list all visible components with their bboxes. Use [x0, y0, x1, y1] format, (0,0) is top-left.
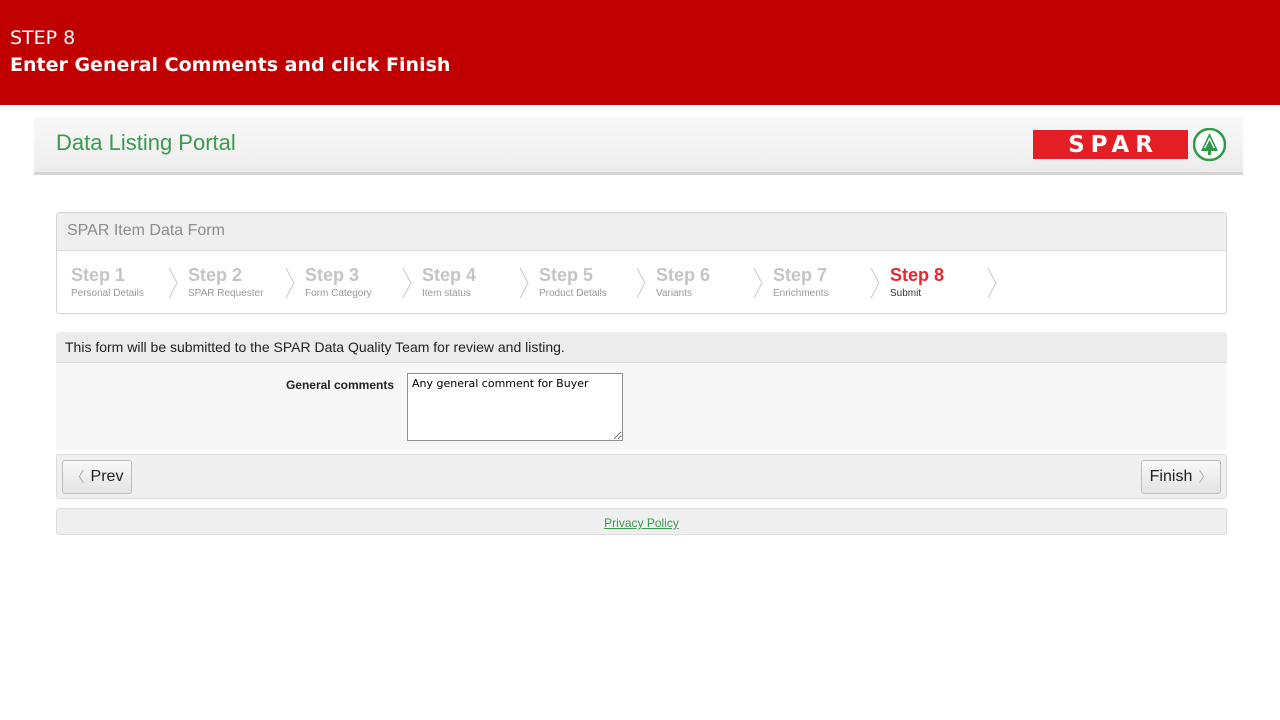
step-label: Step 7 [773, 265, 828, 285]
prev-button[interactable]: 〈 Prev [62, 460, 132, 494]
step-label: Step 2 [188, 265, 243, 285]
wizard-step-1[interactable]: Step 1 Personal Details [71, 264, 144, 299]
general-comments-label: General comments [285, 378, 394, 392]
wizard-step-5[interactable]: Step 5 Product Details [539, 264, 607, 299]
chevron-right-icon: 〉 [1198, 469, 1213, 485]
chevron-right-icon [285, 267, 295, 299]
wizard-panel: SPAR Item Data Form Step 1 Personal Deta… [56, 212, 1227, 314]
wizard-step-2[interactable]: Step 2 SPAR Requester [188, 264, 263, 299]
portal-title: Data Listing Portal [56, 130, 236, 155]
wizard-step-4[interactable]: Step 4 Item status [422, 264, 476, 299]
footer: Privacy Policy [56, 508, 1227, 535]
chevron-right-icon [519, 267, 529, 299]
navigation-bar: 〈 Prev Finish 〉 [56, 454, 1227, 499]
chevron-right-icon [753, 267, 763, 299]
step-sublabel: Product Details [539, 288, 607, 299]
instruction-banner: STEP 8 Enter General Comments and click … [0, 0, 1280, 105]
wizard-step-6[interactable]: Step 6 Variants [656, 264, 710, 299]
general-comments-field[interactable]: Any general comment for Buyer [407, 373, 623, 441]
step-label: Step 8 [890, 265, 945, 285]
general-comments-section: General comments Any general comment for… [56, 363, 1227, 449]
prev-button-label: Prev [90, 468, 124, 485]
chevron-right-icon [987, 267, 997, 299]
finish-button[interactable]: Finish 〉 [1141, 460, 1221, 494]
chevron-right-icon [636, 267, 646, 299]
spar-logo-wordmark: SPAR [1033, 130, 1188, 159]
step-sublabel: Form Category [305, 288, 372, 299]
wizard-title: SPAR Item Data Form [57, 213, 1226, 251]
step-label: Step 6 [656, 265, 711, 285]
finish-button-label: Finish [1149, 468, 1193, 485]
chevron-left-icon: 〈 [70, 469, 85, 485]
banner-instruction: Enter General Comments and click Finish [10, 54, 451, 76]
step-sublabel: Enrichments [773, 288, 829, 299]
spar-logo: SPAR [1033, 128, 1227, 161]
step-label: Step 3 [305, 265, 360, 285]
step-sublabel: SPAR Requester [188, 288, 264, 299]
portal-header: Data Listing Portal SPAR [34, 117, 1243, 175]
step-label: Step 1 [71, 265, 126, 285]
wizard-step-8[interactable]: Step 8 Submit [890, 264, 944, 299]
step-sublabel: Submit [890, 288, 922, 299]
spar-logo-text: SPAR [1068, 131, 1159, 158]
chevron-right-icon [168, 267, 178, 299]
wizard-steps: Step 1 Personal Details Step 2 SPAR Requ… [57, 251, 1226, 313]
spar-tree-icon [1193, 128, 1226, 161]
privacy-policy-link[interactable]: Privacy Policy [604, 516, 679, 530]
step-label: Step 5 [539, 265, 594, 285]
submission-info: This form will be submitted to the SPAR … [56, 332, 1227, 363]
chevron-right-icon [870, 267, 880, 299]
wizard-step-7[interactable]: Step 7 Enrichments [773, 264, 829, 299]
step-sublabel: Personal Details [71, 288, 144, 299]
wizard-step-3[interactable]: Step 3 Form Category [305, 264, 372, 299]
banner-step-label: STEP 8 [10, 27, 76, 49]
step-sublabel: Variants [656, 288, 692, 299]
step-sublabel: Item status [422, 288, 471, 299]
step-label: Step 4 [422, 265, 477, 285]
chevron-right-icon [402, 267, 412, 299]
